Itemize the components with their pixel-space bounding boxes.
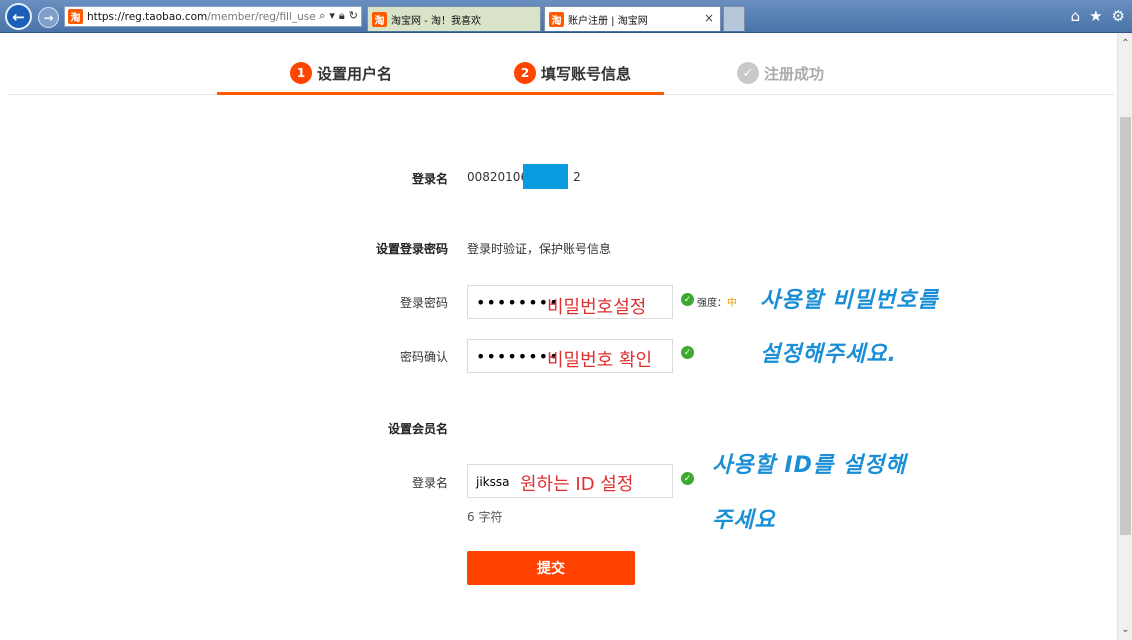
password-note-line1: 사용할 비밀번호를 (760, 288, 939, 313)
vertical-scrollbar[interactable]: ⌃ ⌄ (1117, 33, 1132, 640)
step-number: 2 (514, 62, 536, 84)
url-host: https://reg.taobao.com (87, 10, 208, 23)
close-icon[interactable]: × (704, 11, 714, 25)
back-button[interactable]: ← (5, 3, 32, 30)
step-set-username: 1 设置用户名 (290, 62, 392, 84)
strength-label: 强度： (697, 298, 727, 309)
step-register-success: ✓ 注册成功 (737, 62, 824, 84)
search-icon[interactable]: ⌕ (319, 9, 325, 23)
strength-value: 中 (727, 298, 737, 309)
gear-icon[interactable]: ⚙ (1112, 7, 1125, 25)
check-icon: ✓ (681, 472, 694, 485)
tab-account-register[interactable]: 淘 账户注册 | 淘宝网 × (544, 6, 721, 31)
member-name-value: jikssa (476, 475, 510, 489)
password-note-line2: 설정해주세요. (760, 342, 897, 367)
step-number: 1 (290, 62, 312, 84)
step-progress-bar (217, 92, 664, 95)
login-name-label: 登录名 (411, 172, 448, 186)
dropdown-icon[interactable]: ▾ (329, 9, 335, 23)
star-icon[interactable]: ★ (1089, 7, 1102, 25)
step-fill-account-info: 2 填写账号信息 (514, 62, 631, 84)
browser-tools: ⌂ ★ ⚙ (1071, 7, 1125, 25)
home-icon[interactable]: ⌂ (1071, 7, 1081, 25)
chevron-down-icon[interactable]: ⌄ (1118, 621, 1132, 638)
address-actions: ⌕ ▾ 🔒︎ ↻ (316, 9, 358, 23)
confirm-annotation: 비밀번호 확인 (547, 350, 653, 371)
confirm-password-label: 密码确认 (399, 350, 448, 364)
arrow-right-icon: → (43, 10, 54, 25)
step-label: 填写账号信息 (541, 64, 632, 83)
taobao-favicon-icon: 淘 (372, 11, 387, 27)
check-icon: ✓ (737, 62, 759, 84)
id-annotation: 원하는 ID 설정 (520, 474, 634, 495)
tab-label: 账户注册 | 淘宝网 (568, 15, 648, 27)
submit-button[interactable]: 提交 (467, 551, 635, 585)
scrollbar-thumb[interactable] (1120, 117, 1131, 535)
lock-icon[interactable]: 🔒︎ (339, 9, 345, 23)
chevron-up-icon[interactable]: ⌃ (1118, 35, 1132, 52)
member-name-label: 登录名 (411, 476, 448, 490)
tab-taobao-home[interactable]: 淘 淘宝网 - 淘！我喜欢 (367, 6, 541, 31)
id-note-line2: 주세요 (712, 508, 776, 533)
taobao-favicon-icon: 淘 (549, 11, 564, 27)
refresh-icon[interactable]: ↻ (349, 9, 358, 23)
password-strength: 强度：中 (697, 294, 737, 309)
forward-button[interactable]: → (38, 7, 59, 28)
step-label: 注册成功 (764, 64, 825, 83)
new-tab-button[interactable] (723, 6, 745, 31)
step-label: 设置用户名 (317, 64, 393, 83)
id-note-line1: 사용할 ID를 설정해 (712, 453, 907, 478)
password-annotation: 비밀번호설정 (547, 297, 647, 318)
member-name-length-hint: 6 字符 (467, 510, 503, 524)
browser-toolbar: ← → 淘 https://reg.taobao.com/member/reg/… (0, 0, 1132, 33)
taobao-favicon-icon: 淘 (68, 9, 83, 24)
url-path: /member/reg/fill_user (207, 10, 321, 23)
check-icon: ✓ (681, 346, 694, 359)
password-section-label: 设置登录密码 (375, 242, 448, 256)
password-section-hint: 登录时验证，保护账号信息 (467, 242, 612, 256)
registration-steps: 1 设置用户名 2 填写账号信息 ✓ 注册成功 (8, 33, 1114, 95)
redaction-mask (523, 164, 568, 189)
member-section-label: 设置会员名 (387, 422, 448, 436)
page-content: 1 设置用户名 2 填写账号信息 ✓ 注册成功 登录名 00820106 2 设置… (0, 33, 1117, 640)
tab-label: 淘宝网 - 淘！我喜欢 (391, 15, 481, 27)
check-icon: ✓ (681, 293, 694, 306)
password-label: 登录密码 (399, 296, 448, 310)
login-name-prefix: 00820106 (467, 170, 529, 184)
arrow-left-icon: ← (12, 7, 25, 26)
address-bar[interactable]: 淘 https://reg.taobao.com/member/reg/fill… (64, 6, 362, 27)
login-name-suffix: 2 (573, 170, 581, 184)
